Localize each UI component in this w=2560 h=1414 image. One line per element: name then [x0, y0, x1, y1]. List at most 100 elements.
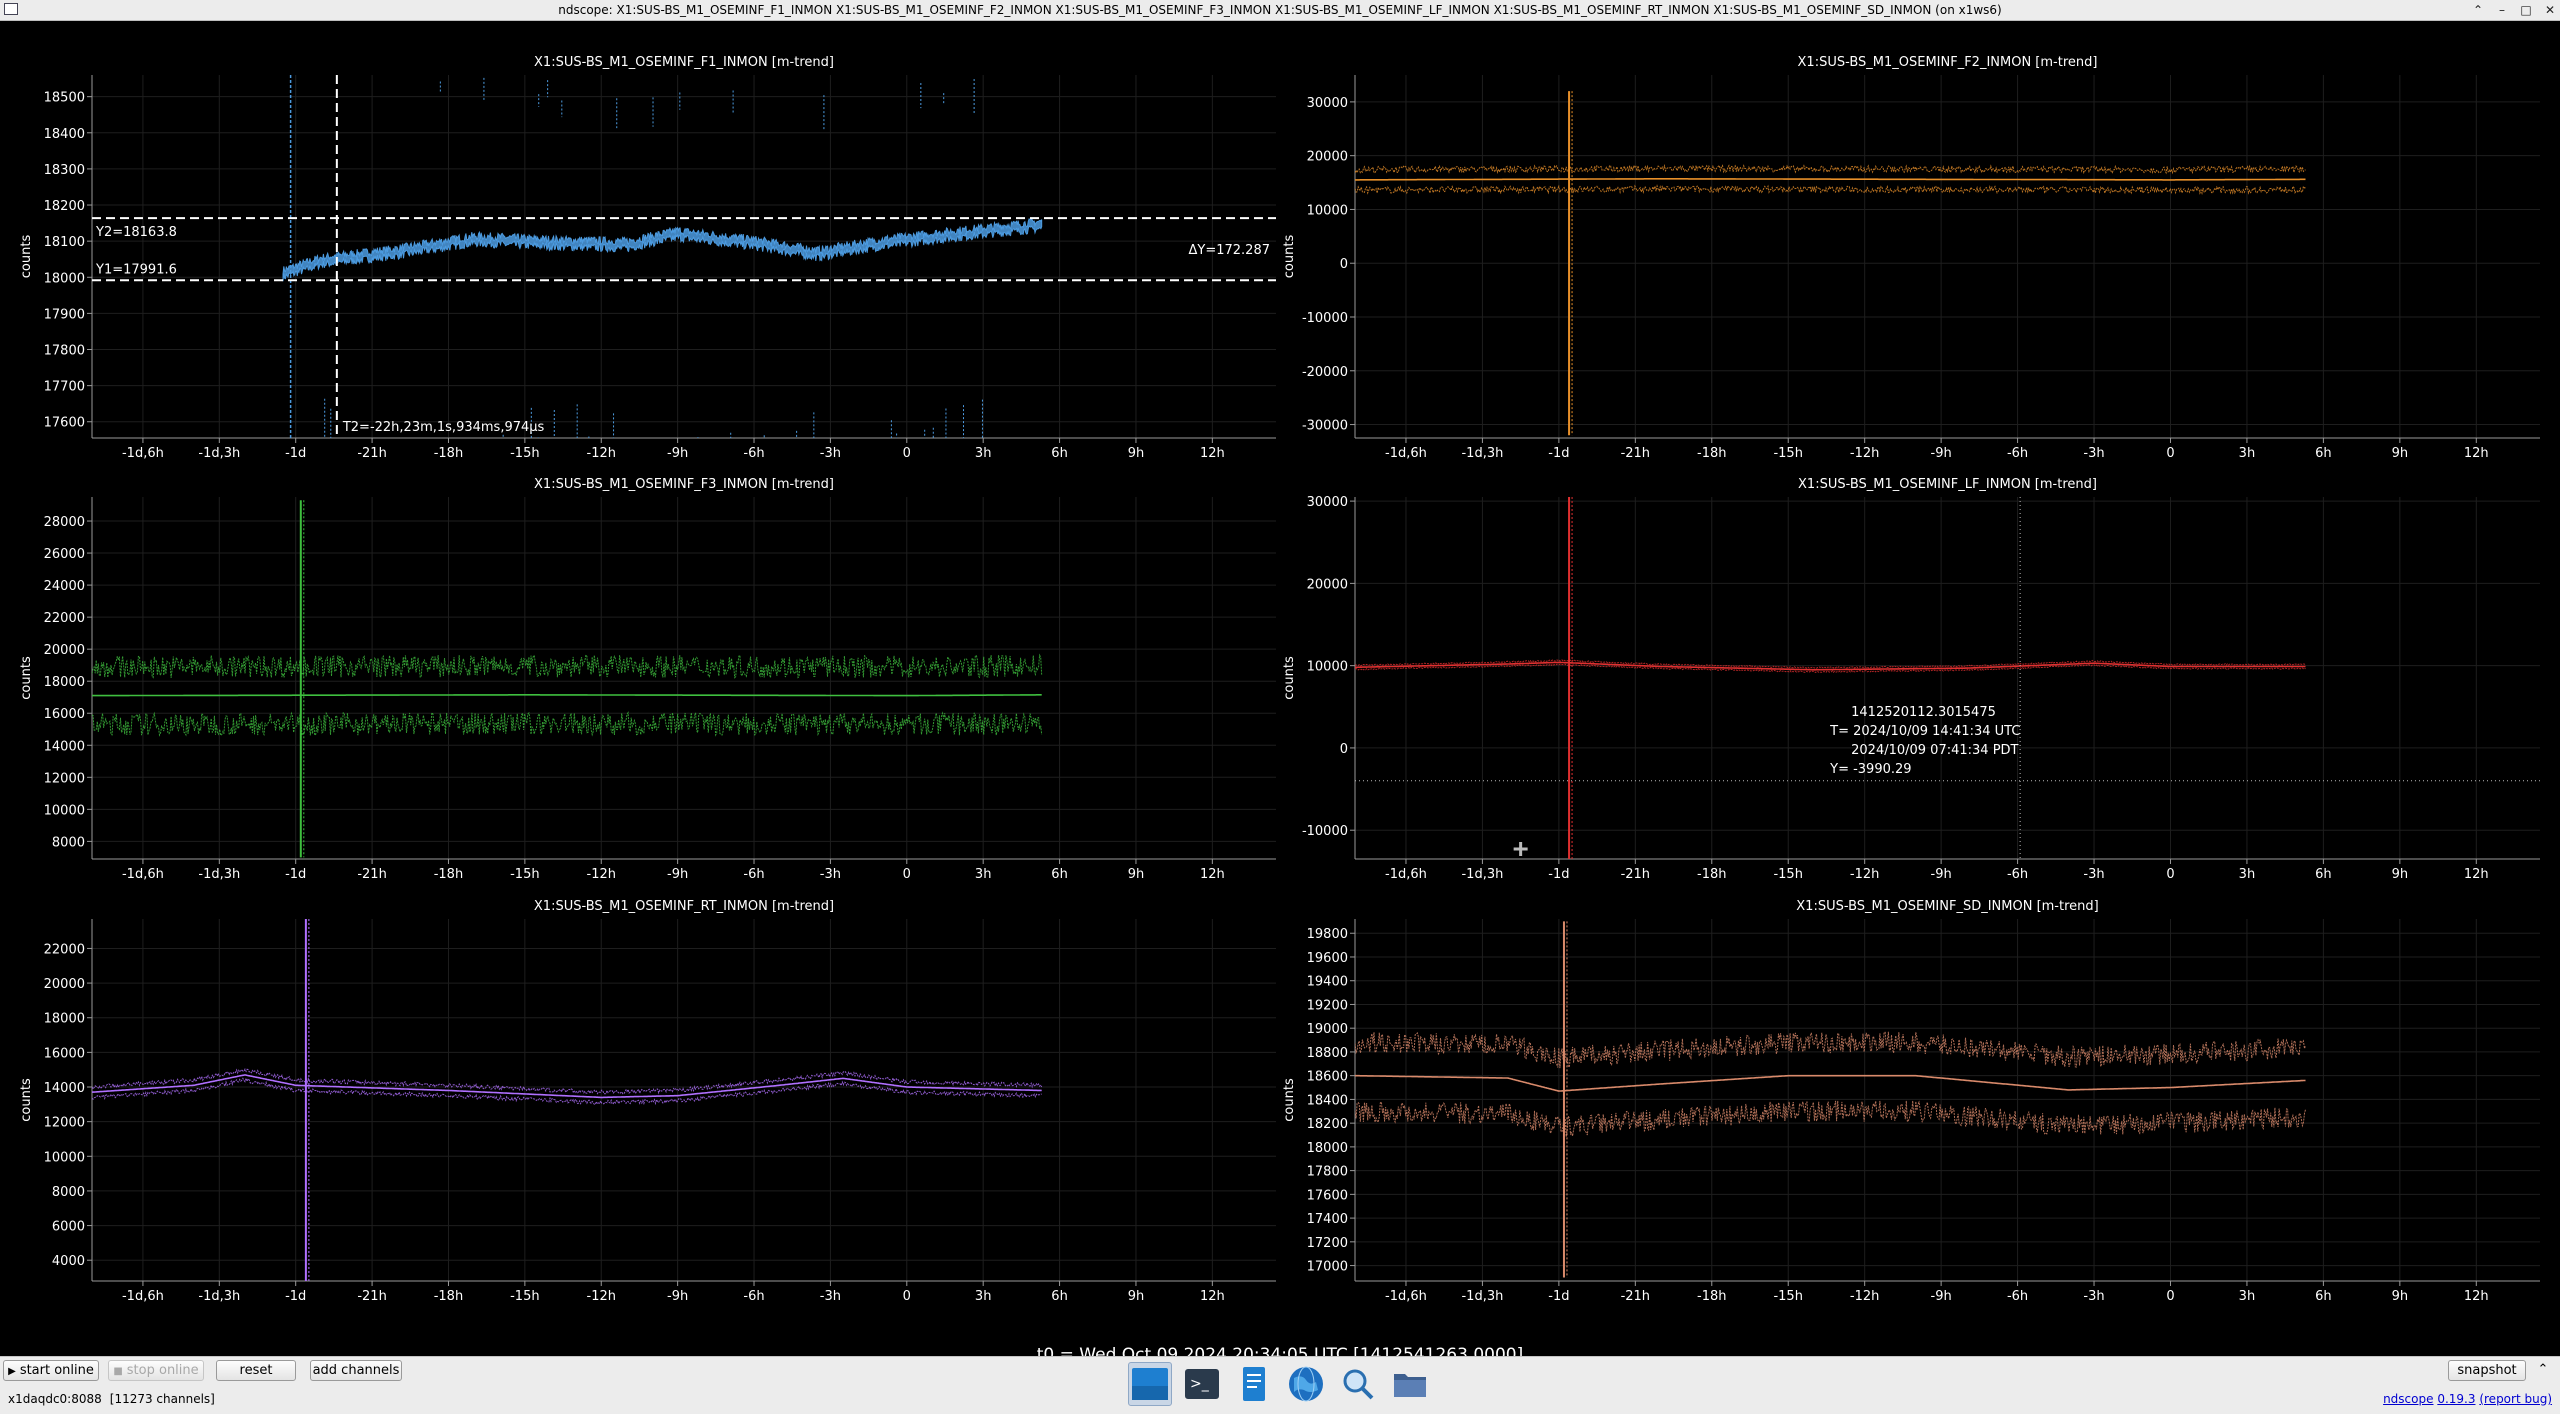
- x-tick-label: -1d,3h: [198, 1289, 240, 1304]
- x-tick-label: -6h: [743, 1289, 764, 1304]
- x-tick-label: 9h: [2392, 867, 2409, 882]
- x-tick-label: 0: [903, 1289, 911, 1304]
- start-online-button[interactable]: ▶ start online: [3, 1360, 99, 1381]
- y-tick-label: 16000: [44, 1046, 85, 1061]
- crosshair-utc: T= 2024/10/09 14:41:34 UTC: [1829, 724, 2020, 739]
- x-tick-label: 12h: [2464, 867, 2489, 882]
- text-editor-icon[interactable]: [1232, 1362, 1276, 1406]
- plot-title: X1:SUS-BS_M1_OSEMINF_F1_INMON [m-trend]: [534, 55, 834, 70]
- y-tick-label: 10000: [44, 803, 85, 818]
- x-tick-label: 6h: [2315, 1289, 2332, 1304]
- x-tick-label: -3h: [820, 867, 841, 882]
- expand-icon[interactable]: ⌃: [2532, 1360, 2554, 1381]
- x-tick-label: -6h: [743, 867, 764, 882]
- x-tick-label: -1d,6h: [1385, 446, 1427, 461]
- y-tick-label: -10000: [1302, 311, 1348, 326]
- x-tick-label: -12h: [1850, 867, 1879, 882]
- y-tick-label: 17600: [44, 416, 85, 431]
- version-link[interactable]: 0.19.3: [2437, 1392, 2475, 1406]
- x-tick-label: -6h: [2007, 867, 2028, 882]
- y-tick-label: 30000: [1307, 495, 1348, 510]
- reset-button[interactable]: reset: [216, 1360, 296, 1381]
- y-tick-label: 16000: [44, 707, 85, 722]
- y-tick-label: 18200: [44, 199, 85, 214]
- y-tick-label: 0: [1340, 742, 1348, 757]
- ndscope-link[interactable]: ndscope: [2383, 1392, 2433, 1406]
- y-axis-label: counts: [1282, 235, 1297, 279]
- x-tick-label: -9h: [667, 1289, 688, 1304]
- x-tick-label: -15h: [1773, 867, 1802, 882]
- x-tick-label: -15h: [510, 446, 539, 461]
- x-tick-label: -12h: [1850, 1289, 1879, 1304]
- y-axis-label: counts: [1282, 656, 1297, 700]
- x-tick-label: -1d,3h: [1461, 1289, 1503, 1304]
- y-tick-label: 10000: [44, 1150, 85, 1165]
- x-tick-label: -18h: [434, 867, 463, 882]
- close-window-icon[interactable]: ✕: [2540, 0, 2560, 20]
- maximize-window-icon[interactable]: □: [2516, 0, 2536, 20]
- x-tick-label: -9h: [667, 867, 688, 882]
- x-tick-label: -3h: [2083, 867, 2104, 882]
- x-tick-label: 12h: [1200, 867, 1225, 882]
- y-tick-label: 20000: [44, 643, 85, 658]
- crosshair-y: Y= -3990.29: [1829, 762, 1911, 777]
- cursor-t2-label: T2=-22h,23m,1s,934ms,974µs: [342, 420, 545, 435]
- x-tick-label: 9h: [2392, 1289, 2409, 1304]
- cursor-dy-label: ΔY=172.287: [1189, 243, 1271, 258]
- stop-online-button: ■ stop online: [108, 1360, 204, 1381]
- x-tick-label: -1d,3h: [1461, 867, 1503, 882]
- workspace-switcher-icon[interactable]: [1128, 1362, 1172, 1406]
- x-tick-label: -1d,3h: [1461, 446, 1503, 461]
- y-tick-label: 17200: [1307, 1236, 1348, 1251]
- server-address: x1daqdc0:8088: [8, 1392, 102, 1406]
- x-tick-label: -12h: [587, 1289, 616, 1304]
- x-tick-label: -1d,6h: [122, 1289, 164, 1304]
- snapshot-button[interactable]: snapshot: [2448, 1360, 2526, 1381]
- y-axis-label: counts: [19, 235, 34, 279]
- x-tick-label: 0: [903, 446, 911, 461]
- y-tick-label: 12000: [44, 771, 85, 786]
- terminal-icon[interactable]: >_: [1180, 1362, 1224, 1406]
- x-tick-label: -21h: [357, 446, 386, 461]
- y-tick-label: 18800: [1307, 1046, 1348, 1061]
- x-tick-label: 0: [903, 867, 911, 882]
- web-browser-icon[interactable]: [1284, 1362, 1328, 1406]
- x-tick-label: -1d: [1548, 446, 1569, 461]
- y-tick-label: 30000: [1307, 96, 1348, 111]
- x-tick-label: 12h: [2464, 1289, 2489, 1304]
- plot-frame: [1355, 497, 2540, 859]
- y-tick-label: -20000: [1302, 365, 1348, 380]
- minimize-window-icon[interactable]: –: [2492, 0, 2512, 20]
- plot-1: -1d,6h -1d,3h -1d -21h -18h -15h -12h -9h -6h -3h…: [19, 55, 1276, 461]
- y-tick-label: 4000: [52, 1254, 85, 1269]
- x-tick-label: -3h: [820, 446, 841, 461]
- x-tick-label: 9h: [1128, 867, 1145, 882]
- plot-area: -1d,6h -1d,3h -1d -21h -18h -15h -12h -9h -6h -3h…: [0, 21, 2560, 1365]
- y-tick-label: 24000: [44, 579, 85, 594]
- x-tick-label: 3h: [2239, 867, 2256, 882]
- x-tick-label: 6h: [1051, 867, 1068, 882]
- x-tick-label: -6h: [2007, 446, 2028, 461]
- control-bar: ▶ start online ■ stop online reset add cha…: [0, 1356, 2560, 1414]
- restore-window-icon[interactable]: ⌃: [2468, 0, 2488, 20]
- y-tick-label: 18000: [44, 1012, 85, 1027]
- y-tick-label: 0: [1340, 257, 1348, 272]
- file-manager-icon[interactable]: [1388, 1362, 1432, 1406]
- x-tick-label: -9h: [1931, 446, 1952, 461]
- play-icon: ▶: [8, 1366, 16, 1377]
- plot-title: X1:SUS-BS_M1_OSEMINF_RT_INMON [m-trend]: [534, 899, 834, 914]
- y-tick-label: 22000: [44, 611, 85, 626]
- x-tick-label: 12h: [1200, 1289, 1225, 1304]
- x-tick-label: 9h: [1128, 446, 1145, 461]
- plot-5: -1d,6h -1d,3h -1d -21h -18h -15h -12h -9h -6h -3h…: [19, 899, 1276, 1304]
- y-tick-label: 17000: [1307, 1260, 1348, 1275]
- y-tick-label: 10000: [1307, 660, 1348, 675]
- add-channels-button[interactable]: add channels: [310, 1360, 402, 1381]
- cursor-y1-label: Y1=17991.6: [95, 262, 177, 277]
- plot-title: X1:SUS-BS_M1_OSEMINF_SD_INMON [m-trend]: [1796, 899, 2098, 914]
- y-tick-label: 22000: [44, 942, 85, 957]
- y-tick-label: 19400: [1307, 975, 1348, 990]
- report-bug-link[interactable]: (report bug): [2479, 1392, 2552, 1406]
- search-icon[interactable]: [1336, 1362, 1380, 1406]
- x-tick-label: 3h: [975, 1289, 992, 1304]
